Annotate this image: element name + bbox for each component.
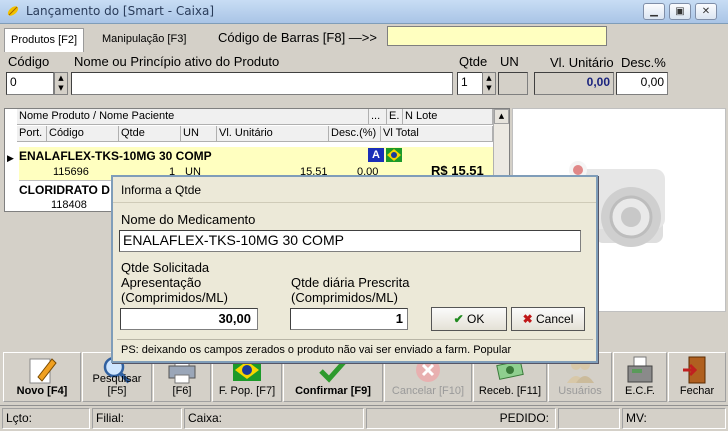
- barcode-input[interactable]: [387, 26, 607, 46]
- row-nome[interactable]: CLORIDRATO D: [19, 183, 110, 197]
- checkmark-icon: ✔: [453, 312, 464, 326]
- col-un[interactable]: UN: [181, 126, 217, 142]
- barcode-label: Código de Barras [F8] —>>: [218, 30, 377, 45]
- qtde-spinner[interactable]: ▲ ▼: [482, 72, 496, 95]
- qtde-solicitada-input[interactable]: 30,00: [120, 308, 258, 330]
- nome-input[interactable]: [71, 72, 453, 95]
- cancel-button[interactable]: ✖ Cancel: [511, 307, 585, 331]
- col-qtde[interactable]: Qtde: [119, 126, 181, 142]
- status-lcto: Lçto:: [2, 408, 90, 429]
- status-blank: [558, 408, 620, 429]
- close-icon: ✖: [522, 312, 533, 326]
- medicamento-label: Nome do Medicamento: [121, 212, 256, 227]
- codigo-spinner[interactable]: ▲ ▼: [54, 72, 68, 95]
- col-port[interactable]: Port.: [17, 126, 47, 142]
- window-title: Lançamento do [Smart - Caixa]: [26, 4, 215, 18]
- codigo-input[interactable]: 0: [6, 72, 54, 95]
- nome-label: Nome ou Princípio ativo do Produto: [74, 54, 280, 69]
- apresentacao-label: Apresentação: [121, 275, 202, 290]
- desc-label: Desc.%: [621, 55, 666, 70]
- status-bar: Lçto: Filial: Caixa: PEDIDO: MV:: [0, 405, 728, 431]
- pill-icon: [6, 4, 20, 18]
- qtde-diaria-label: Qtde diária Prescrita: [291, 275, 410, 290]
- col-lote[interactable]: N Lote: [403, 109, 493, 125]
- quantity-dialog: Informa a Qtde Nome do Medicamento ENALA…: [111, 175, 598, 363]
- dialog-note: PS: deixando os campos zerados o produto…: [117, 339, 593, 359]
- brazil-flag-icon: [386, 148, 402, 162]
- ecf-button[interactable]: E.C.F.: [613, 352, 667, 402]
- status-filial: Filial:: [92, 408, 182, 429]
- spin-down-icon: ▼: [486, 84, 492, 92]
- desc-input[interactable]: 0,00: [616, 72, 668, 95]
- comprimidos-label: (Comprimidos/ML): [121, 290, 228, 305]
- col-e[interactable]: E.: [387, 109, 403, 125]
- qtde-diaria-input[interactable]: 1: [290, 308, 408, 330]
- row-codigo: 115696: [53, 166, 89, 178]
- un-field: [498, 72, 528, 95]
- col-vl-unitario[interactable]: Vl. Unitário: [217, 126, 329, 142]
- qtde-diaria-unit-label: (Comprimidos/ML): [291, 290, 398, 305]
- minimize-icon: ▁: [650, 6, 658, 17]
- tab-produtos[interactable]: Produtos [F2]: [4, 28, 85, 52]
- vl-unitario-field: 0,00: [534, 72, 614, 95]
- maximize-button[interactable]: ▣: [669, 3, 691, 20]
- close-icon: ✕: [701, 6, 711, 17]
- col-nome[interactable]: Nome Produto / Nome Paciente: [17, 109, 369, 125]
- un-label: UN: [500, 54, 519, 69]
- col-desc[interactable]: Desc.(%): [329, 126, 381, 142]
- scroll-up-icon[interactable]: ▲: [494, 109, 509, 124]
- col-total[interactable]: Vl Total: [381, 126, 493, 142]
- tab-bar: Produtos [F2] Manipulação [F3] Código de…: [0, 24, 728, 54]
- status-pedido: PEDIDO:: [366, 408, 556, 429]
- qtde-label: Qtde: [459, 54, 488, 69]
- minimize-button[interactable]: ▁: [643, 3, 665, 20]
- dialog-title: Informa a Qtde: [113, 177, 596, 203]
- qtde-solicitada-label: Qtde Solicitada: [121, 260, 210, 275]
- col-codigo[interactable]: Código: [47, 126, 119, 142]
- status-caixa: Caixa:: [184, 408, 364, 429]
- main-window: Lançamento do [Smart - Caixa] ▁ ▣ ✕ Prod…: [0, 0, 728, 431]
- ok-button[interactable]: ✔ OK: [431, 307, 507, 331]
- fechar-button[interactable]: Fechar: [668, 352, 726, 402]
- dialog-body: Nome do Medicamento ENALAFLEX-TKS-10MG 3…: [113, 203, 596, 361]
- row-codigo: 118408: [51, 199, 87, 211]
- vl-unitario-label: Vl. Unitário: [550, 55, 614, 70]
- close-button[interactable]: ✕: [695, 3, 717, 20]
- row-badge: A: [368, 148, 384, 162]
- qtde-input[interactable]: 1: [457, 72, 484, 95]
- spin-up-icon: ▲: [486, 74, 492, 82]
- row-nome: ENALAFLEX-TKS-10MG 30 COMP: [19, 149, 212, 163]
- title-bar: Lançamento do [Smart - Caixa] ▁ ▣ ✕: [0, 0, 728, 24]
- maximize-icon: ▣: [675, 6, 685, 17]
- status-mv: MV:: [622, 408, 726, 429]
- row-indicator-icon: ▶: [7, 153, 14, 163]
- codigo-label: Código: [8, 54, 50, 69]
- novo-button[interactable]: Novo [F4]: [3, 352, 81, 402]
- medicamento-field[interactable]: ENALAFLEX-TKS-10MG 30 COMP: [119, 230, 581, 252]
- register-icon: [624, 355, 656, 385]
- col-more[interactable]: ...: [369, 109, 387, 125]
- tab-manipulacao[interactable]: Manipulação [F3]: [96, 28, 192, 52]
- spin-up-icon: ▲: [58, 74, 64, 82]
- spin-down-icon: ▼: [58, 84, 64, 92]
- exit-door-icon: [681, 355, 713, 385]
- pencil-icon: [26, 355, 58, 385]
